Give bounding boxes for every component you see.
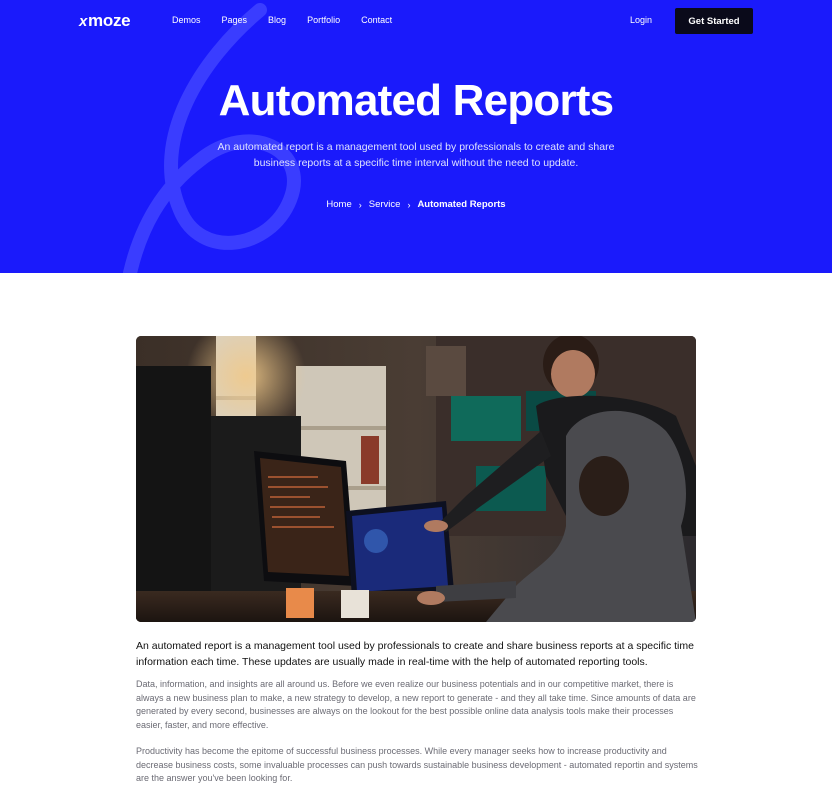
get-started-button[interactable]: Get Started — [675, 8, 753, 34]
office-computers-photo — [136, 336, 696, 622]
body-paragraph-1: Data, information, and insights are all … — [136, 679, 696, 730]
nav-item-blog[interactable]: Blog — [268, 15, 286, 25]
top-nav: x moze Demos Pages Blog Portfolio Contac… — [0, 0, 832, 42]
feature-image — [136, 336, 696, 622]
breadcrumb-home[interactable]: Home — [326, 199, 351, 210]
body-paragraph-2: Productivity has become the epitome of s… — [136, 746, 698, 783]
logo-x-icon: x — [79, 12, 88, 30]
nav-item-demos[interactable]: Demos — [172, 15, 201, 25]
breadcrumb-service[interactable]: Service — [369, 199, 401, 210]
hero-section: x moze Demos Pages Blog Portfolio Contac… — [0, 0, 832, 273]
page-title: Automated Reports — [218, 76, 614, 125]
chevron-right-icon: › — [358, 199, 362, 210]
breadcrumb-current: Automated Reports — [417, 199, 506, 210]
chevron-right-icon: › — [407, 199, 411, 210]
breadcrumb: Home › Service › Automated Reports — [0, 199, 832, 210]
page-subtitle: An automated report is a management tool… — [217, 141, 615, 169]
nav-links: Demos Pages Blog Portfolio Contact — [172, 15, 413, 25]
nav-item-pages[interactable]: Pages — [222, 15, 248, 25]
lead-paragraph: An automated report is a management tool… — [136, 640, 694, 668]
nav-item-contact[interactable]: Contact — [361, 15, 392, 25]
brand-logo[interactable]: x moze — [79, 11, 131, 31]
login-link[interactable]: Login — [630, 15, 652, 25]
brand-name: moze — [88, 11, 131, 30]
nav-item-portfolio[interactable]: Portfolio — [307, 15, 340, 25]
